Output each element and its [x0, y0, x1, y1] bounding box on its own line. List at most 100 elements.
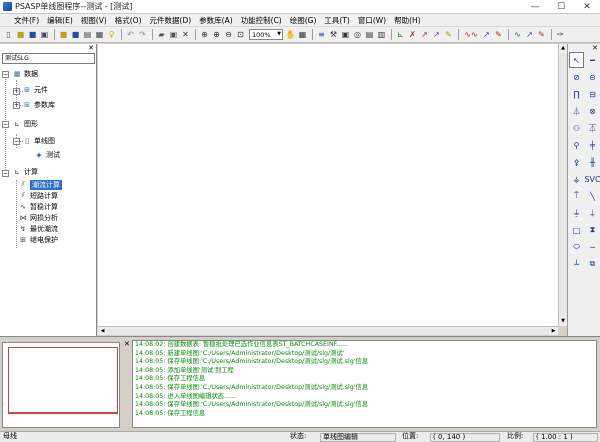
paste-icon[interactable]: ▣ — [168, 29, 179, 40]
menu-file[interactable]: 文件(F) — [10, 15, 43, 26]
menu-format[interactable]: 格式(O) — [111, 15, 146, 26]
breaker-icon[interactable]: ⊟ — [585, 86, 600, 102]
svc-icon[interactable]: SVC — [584, 171, 600, 187]
print-icon[interactable]: ▤ — [82, 29, 93, 40]
print-preview-icon[interactable]: ▦ — [94, 29, 105, 40]
diagonal-line-icon[interactable]: ╲ — [585, 188, 600, 204]
scroll-left-icon[interactable]: ◀ — [98, 327, 107, 335]
tree-node-single-line[interactable]: ▯ 单线图 — [22, 135, 55, 146]
tree-node-test-sheet[interactable]: ◈ 测试 — [34, 149, 60, 160]
expand-toggle[interactable]: − — [2, 121, 9, 128]
expand-toggle[interactable]: − — [13, 138, 20, 145]
viewport-frame[interactable] — [8, 347, 118, 413]
node-icon[interactable]: ┴ — [569, 256, 584, 272]
arrow-icon[interactable]: ↗ — [431, 29, 442, 40]
tree-node-graphics[interactable]: ⊾ 图形 — [12, 118, 38, 129]
cut-icon[interactable]: ▰ — [156, 29, 167, 40]
copy-component-icon[interactable]: ⧉ — [585, 256, 600, 272]
zoom-fit-icon[interactable]: ⊡ — [235, 29, 246, 40]
transformer-icon[interactable]: ∏ — [569, 86, 584, 102]
open-folder-icon[interactable]: ■ — [58, 29, 69, 40]
capacitor-icon[interactable]: ╪ — [585, 137, 600, 153]
expand-toggle[interactable]: − — [2, 170, 9, 177]
menu-component-data[interactable]: 元件数据(D) — [146, 15, 196, 26]
close-icon[interactable]: ✕ — [592, 44, 598, 52]
tree-node-opf[interactable]: ↯ 最优潮流 — [18, 223, 58, 234]
transient-arrow-icon[interactable]: ↗ — [419, 29, 430, 40]
converter-icon[interactable]: ⍑ — [569, 188, 584, 204]
dc-line-icon[interactable]: ⚶ — [569, 171, 584, 187]
zoom-select[interactable]: 100% — [249, 29, 283, 40]
tree-node-transient[interactable]: ∿ 暂稳计算 — [18, 201, 58, 212]
harmonic-icon[interactable]: ↗ — [524, 29, 535, 40]
fuse-icon[interactable]: ⍊ — [585, 205, 600, 221]
save-icon[interactable]: ■ — [70, 29, 81, 40]
menu-parameter-library[interactable]: 参数库(A) — [195, 15, 236, 26]
menu-view[interactable]: 视图(V) — [77, 15, 111, 26]
menu-drawing[interactable]: 绘图(G) — [286, 15, 321, 26]
open-folder-icon[interactable]: ■ — [15, 29, 26, 40]
transformer-delta-icon[interactable]: ⏄ — [585, 120, 600, 136]
scroll-down-icon[interactable]: ▼ — [559, 317, 567, 326]
reactor-icon[interactable]: ⚴ — [569, 154, 584, 170]
two-winding-icon[interactable]: ⏃ — [569, 103, 584, 119]
line-style-icon[interactable]: ≡ — [316, 29, 327, 40]
network-icon[interactable]: ◎ — [352, 29, 363, 40]
new-icon[interactable]: ▯ — [3, 29, 14, 40]
help-icon[interactable]: ✑ — [555, 29, 566, 40]
tree-node-powerflow[interactable]: ⫽ 潮流计算 — [18, 179, 62, 190]
rectangle-icon[interactable]: □ — [569, 222, 584, 238]
pen-icon[interactable]: ✎ — [443, 29, 454, 40]
bus-line-icon[interactable]: ━ — [585, 52, 600, 68]
series-capacitor-icon[interactable]: ╫ — [585, 154, 600, 170]
delete-icon[interactable]: ✕ — [180, 29, 191, 40]
waveform-icon[interactable]: ∿∿ — [462, 29, 480, 40]
horizontal-scrollbar[interactable]: ◀ ▶ — [98, 326, 558, 335]
expand-toggle[interactable]: + — [13, 88, 20, 95]
menu-edit[interactable]: 编辑(E) — [43, 15, 77, 26]
expand-toggle[interactable]: − — [2, 71, 9, 78]
drawing-canvas[interactable] — [98, 44, 558, 326]
tree-node-library[interactable]: ⊞ 参数库 — [22, 99, 55, 110]
zoom-in-icon[interactable]: ⊕ — [211, 29, 222, 40]
menu-tools[interactable]: 工具(T) — [320, 15, 353, 26]
scroll-up-icon[interactable]: ▲ — [559, 44, 567, 53]
redo-icon[interactable]: ↷ — [137, 29, 148, 40]
undo-icon[interactable]: ↶ — [125, 29, 136, 40]
load-icon[interactable]: ⚇ — [569, 120, 584, 136]
menu-window[interactable]: 窗口(W) — [354, 15, 390, 26]
tree-node-shortcircuit[interactable]: ⫽ 短路计算 — [18, 190, 58, 201]
minimize-button[interactable]: — — [522, 0, 548, 14]
menu-help[interactable]: 帮助(H) — [390, 15, 425, 26]
zoom-in-icon[interactable]: ⊕ — [199, 29, 210, 40]
tree-node-component[interactable]: ⊞ 元件 — [22, 84, 48, 95]
powerflow-calc-icon[interactable]: ⊾ — [395, 29, 406, 40]
table-icon[interactable]: ▤ — [364, 29, 375, 40]
expand-toggle[interactable]: + — [13, 102, 20, 109]
tools-icon[interactable]: ⚒ — [328, 29, 339, 40]
shortcircuit-calc-icon[interactable]: ✗ — [407, 29, 418, 40]
close-icon[interactable]: ✕ — [124, 340, 130, 348]
zoom-out-icon[interactable]: ⊖ — [223, 29, 234, 40]
tree-node-calc[interactable]: ⊾ 计算 — [12, 166, 38, 177]
hourglass-icon[interactable]: ⧗ — [585, 222, 600, 238]
ground-icon[interactable]: ⏚ — [569, 205, 584, 221]
tree-node-loss-analysis[interactable]: ⋈ 网损分析 — [18, 212, 59, 223]
menu-function-control[interactable]: 功能控制(C) — [237, 15, 286, 26]
scroll-right-icon[interactable]: ▶ — [549, 327, 558, 335]
generator-icon[interactable]: ⊘ — [569, 69, 584, 85]
waveform-pen-icon[interactable]: ✎ — [493, 29, 504, 40]
save-icon[interactable]: ■ — [27, 29, 38, 40]
tree-node-data[interactable]: ▦ 数据 — [12, 68, 38, 79]
settings-pen-icon[interactable]: ✎ — [536, 29, 547, 40]
component-icon[interactable]: ▣ — [340, 29, 351, 40]
select-pointer-icon[interactable]: ↖ — [569, 52, 584, 68]
grid-icon[interactable]: ▦ — [297, 29, 308, 40]
maximize-button[interactable]: ☐ — [548, 0, 574, 14]
ac-line-icon[interactable]: ⊝ — [585, 69, 600, 85]
close-button[interactable]: ✕ — [574, 0, 600, 14]
tree-node-relay[interactable]: ⊞ 继电保护 — [18, 234, 58, 245]
vertical-scrollbar[interactable]: ▲ ▼ — [558, 44, 567, 326]
waveform-arrow-icon[interactable]: ↗ — [481, 29, 492, 40]
pan-hand-icon[interactable]: ✋ — [285, 29, 296, 40]
